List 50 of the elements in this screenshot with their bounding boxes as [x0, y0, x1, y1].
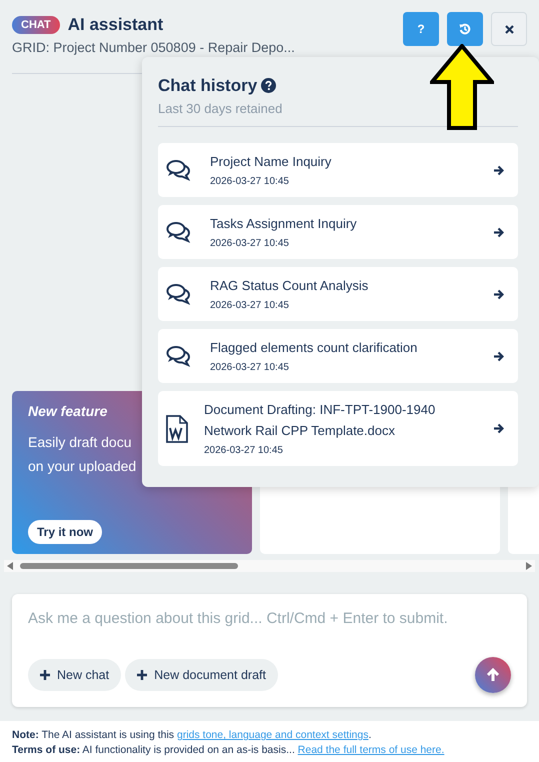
chat-bubbles-icon: [166, 345, 190, 367]
arrow-right-icon: [493, 226, 504, 238]
chat-bubbles-icon: [166, 221, 190, 243]
arrow-right-icon: [493, 288, 504, 300]
history-item-time: 2026-03-27 10:45: [210, 237, 290, 251]
footer-note: Terms of use: AI functionality is provided on an as-is basis... Read the full terms of use here.: [12, 743, 446, 758]
history-item[interactable]: Project Name Inquiry 2026-03-27 10:45: [158, 143, 518, 197]
arrow-right-icon: [493, 164, 504, 176]
history-item[interactable]: Document Drafting: INF-TPT-1900-1940 Network Rail CPP Template.docx 2026-03-27 10:45: [158, 391, 518, 466]
feature-description: Easily draft docu: [28, 433, 132, 452]
feature-description: on your uploaded: [28, 457, 136, 476]
new-item-button[interactable]: New chat: [28, 658, 122, 692]
help-icon[interactable]: [261, 78, 276, 94]
try-it-now-button[interactable]: Try it now: [28, 520, 102, 544]
plus-icon: [40, 670, 50, 680]
history-item[interactable]: Tasks Assignment Inquiry 2026-03-27 10:45: [158, 205, 518, 259]
feature-title: New feature: [28, 402, 108, 421]
panel-title: AI assistant: [68, 14, 164, 36]
close-icon: [504, 24, 514, 34]
arrow-up-icon: [486, 668, 500, 682]
footer-note: Note: The AI assistant is using this grids tone, language and context settings.: [12, 728, 372, 743]
history-button[interactable]: [447, 12, 483, 46]
history-item-time: 2026-03-27 10:45: [210, 175, 290, 189]
history-item-title: Tasks Assignment Inquiry: [210, 215, 358, 233]
history-item[interactable]: RAG Status Count Analysis 2026-03-27 10:45: [158, 267, 518, 321]
history-item-title: Project Name Inquiry: [210, 153, 332, 171]
close-button[interactable]: [491, 12, 527, 46]
plus-icon: [137, 670, 148, 680]
arrow-right-icon: [493, 350, 504, 362]
grid-subtitle: GRID: Project Number 050809 - Repair Depo...: [12, 38, 296, 57]
history-item-title: Flagged elements count clarification: [210, 339, 418, 357]
chat-badge: CHAT: [12, 16, 60, 34]
history-item-time: 2026-03-27 10:45: [210, 299, 290, 313]
history-item-title: Document Drafting: INF-TPT-1900-1940 Network Rail CPP Template.docx: [204, 401, 436, 440]
chat-bubbles-icon: [166, 283, 190, 305]
scroll-right-icon[interactable]: [526, 562, 532, 570]
send-button[interactable]: [475, 657, 511, 693]
history-icon: [459, 23, 471, 35]
scrollbar[interactable]: [4, 560, 535, 572]
chat-bubbles-icon: [166, 159, 190, 181]
new-item-button[interactable]: New document draft: [125, 658, 278, 692]
history-item-time: 2026-03-27 10:45: [204, 444, 284, 458]
history-item-title: RAG Status Count Analysis: [210, 277, 370, 295]
history-item[interactable]: Flagged elements count clarification 2026-03-27 10:45: [158, 329, 518, 383]
arrow-right-icon: [493, 423, 504, 434]
history-subtitle: Last 30 days retained: [158, 100, 284, 118]
history-title: Chat history: [158, 75, 258, 97]
word-document-icon: [166, 414, 188, 442]
history-item-time: 2026-03-27 10:45: [210, 361, 290, 375]
scroll-left-icon[interactable]: [7, 562, 13, 570]
